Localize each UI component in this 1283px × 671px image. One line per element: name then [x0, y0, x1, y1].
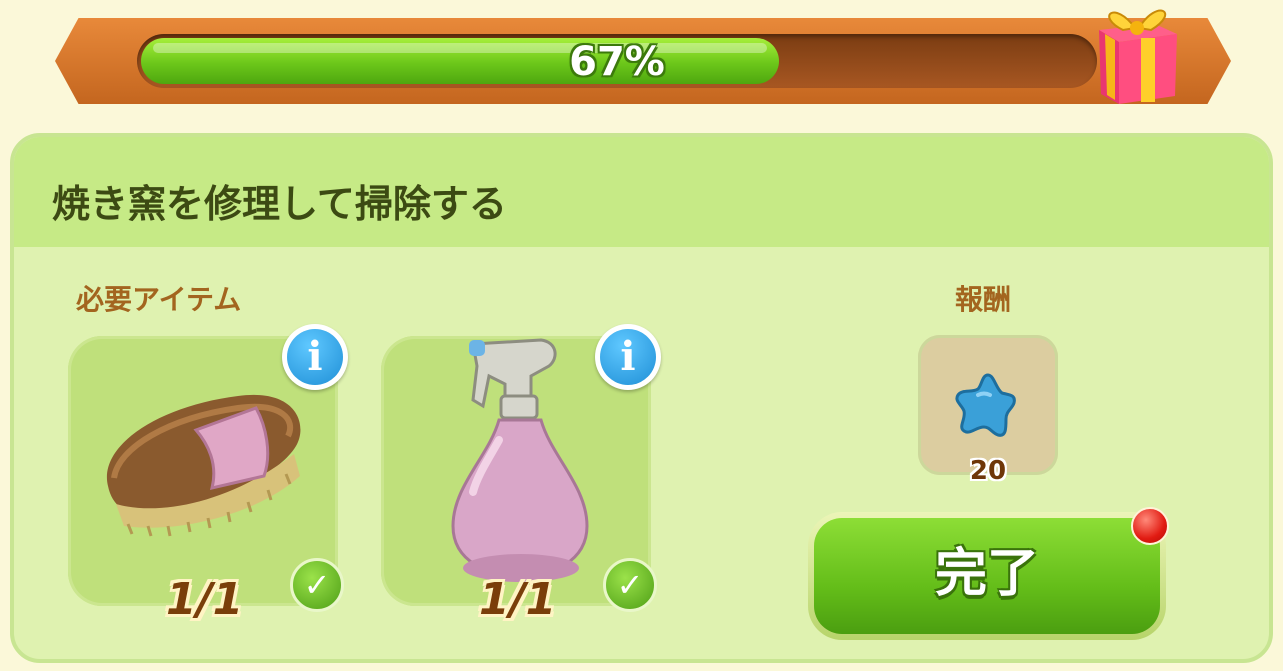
progress-percent: 67% — [569, 39, 665, 85]
notification-dot — [1131, 507, 1169, 545]
info-button[interactable]: i — [282, 324, 348, 390]
item-card-brush[interactable]: i ✓ 1/1 — [68, 324, 348, 625]
item-card-spray-bottle[interactable]: i ✓ 1/1 — [381, 324, 661, 625]
info-button[interactable]: i — [595, 324, 661, 390]
reward-card[interactable] — [918, 335, 1058, 475]
check-icon: ✓ — [603, 558, 657, 612]
info-icon: i — [287, 329, 343, 385]
task-header: 焼き窯を修理して掃除する — [14, 137, 1269, 247]
reward-amount: 20 — [969, 456, 1007, 486]
info-icon: i — [600, 329, 656, 385]
item-count: 1/1 — [166, 574, 244, 625]
required-items-label: 必要アイテム — [76, 283, 242, 316]
check-icon: ✓ — [290, 558, 344, 612]
complete-button[interactable]: 完了 — [808, 512, 1166, 640]
task-title: 焼き窯を修理して掃除する — [52, 182, 507, 226]
gift-box-icon[interactable] — [1085, 0, 1185, 108]
blue-star-icon — [955, 373, 1016, 437]
item-count: 1/1 — [479, 574, 557, 625]
complete-button-label: 完了 — [814, 518, 1160, 634]
reward-label: 報酬 — [955, 283, 1012, 316]
